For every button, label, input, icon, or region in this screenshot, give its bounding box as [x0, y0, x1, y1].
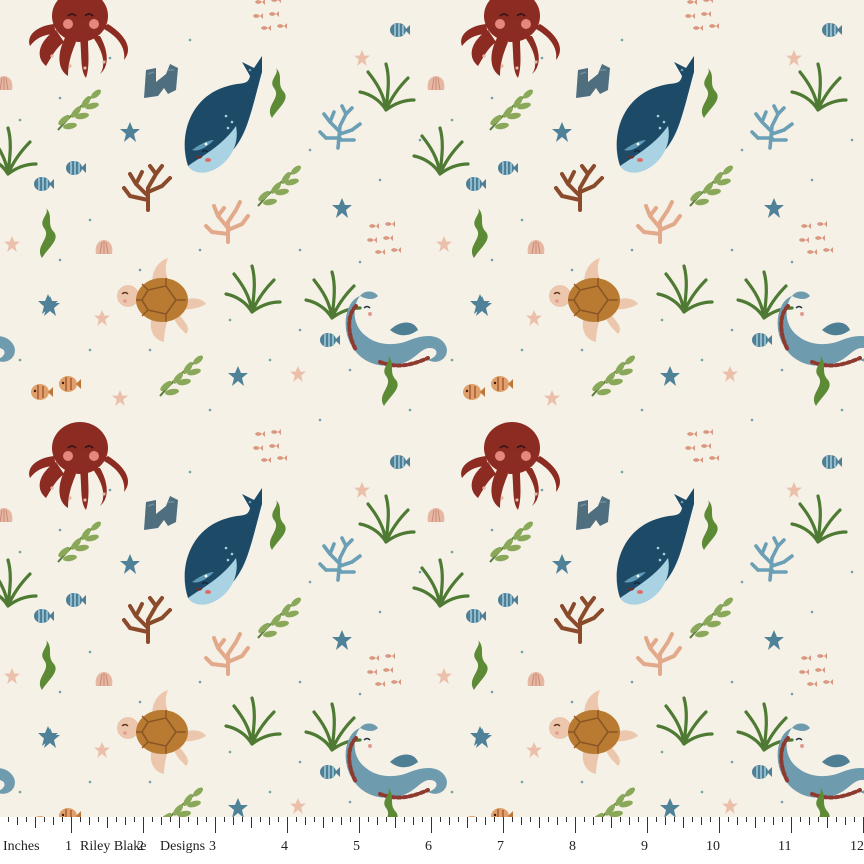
inch-ruler: Inches Riley Blake Designs 1 2 3 4 5 6 7 8 9 10 11… [0, 817, 864, 864]
ruler-number: 10 [706, 839, 720, 854]
ruler-number: 7 [497, 839, 504, 854]
ruler-number: 1 [65, 839, 72, 854]
ruler-number: 9 [641, 839, 648, 854]
fabric-pattern [0, 0, 864, 864]
ruler-number: 2 [137, 839, 144, 854]
ruler-number: 6 [425, 839, 432, 854]
ruler-designs: Designs [160, 839, 206, 854]
ruler-number: 8 [569, 839, 576, 854]
ruler-number: 4 [281, 839, 288, 854]
ruler-unit-label: Inches [3, 839, 40, 854]
ruler-number: 11 [778, 839, 792, 854]
ruler-number: 5 [353, 839, 360, 854]
ruler-number: 3 [209, 839, 216, 854]
ruler-number: 12 [850, 839, 864, 854]
